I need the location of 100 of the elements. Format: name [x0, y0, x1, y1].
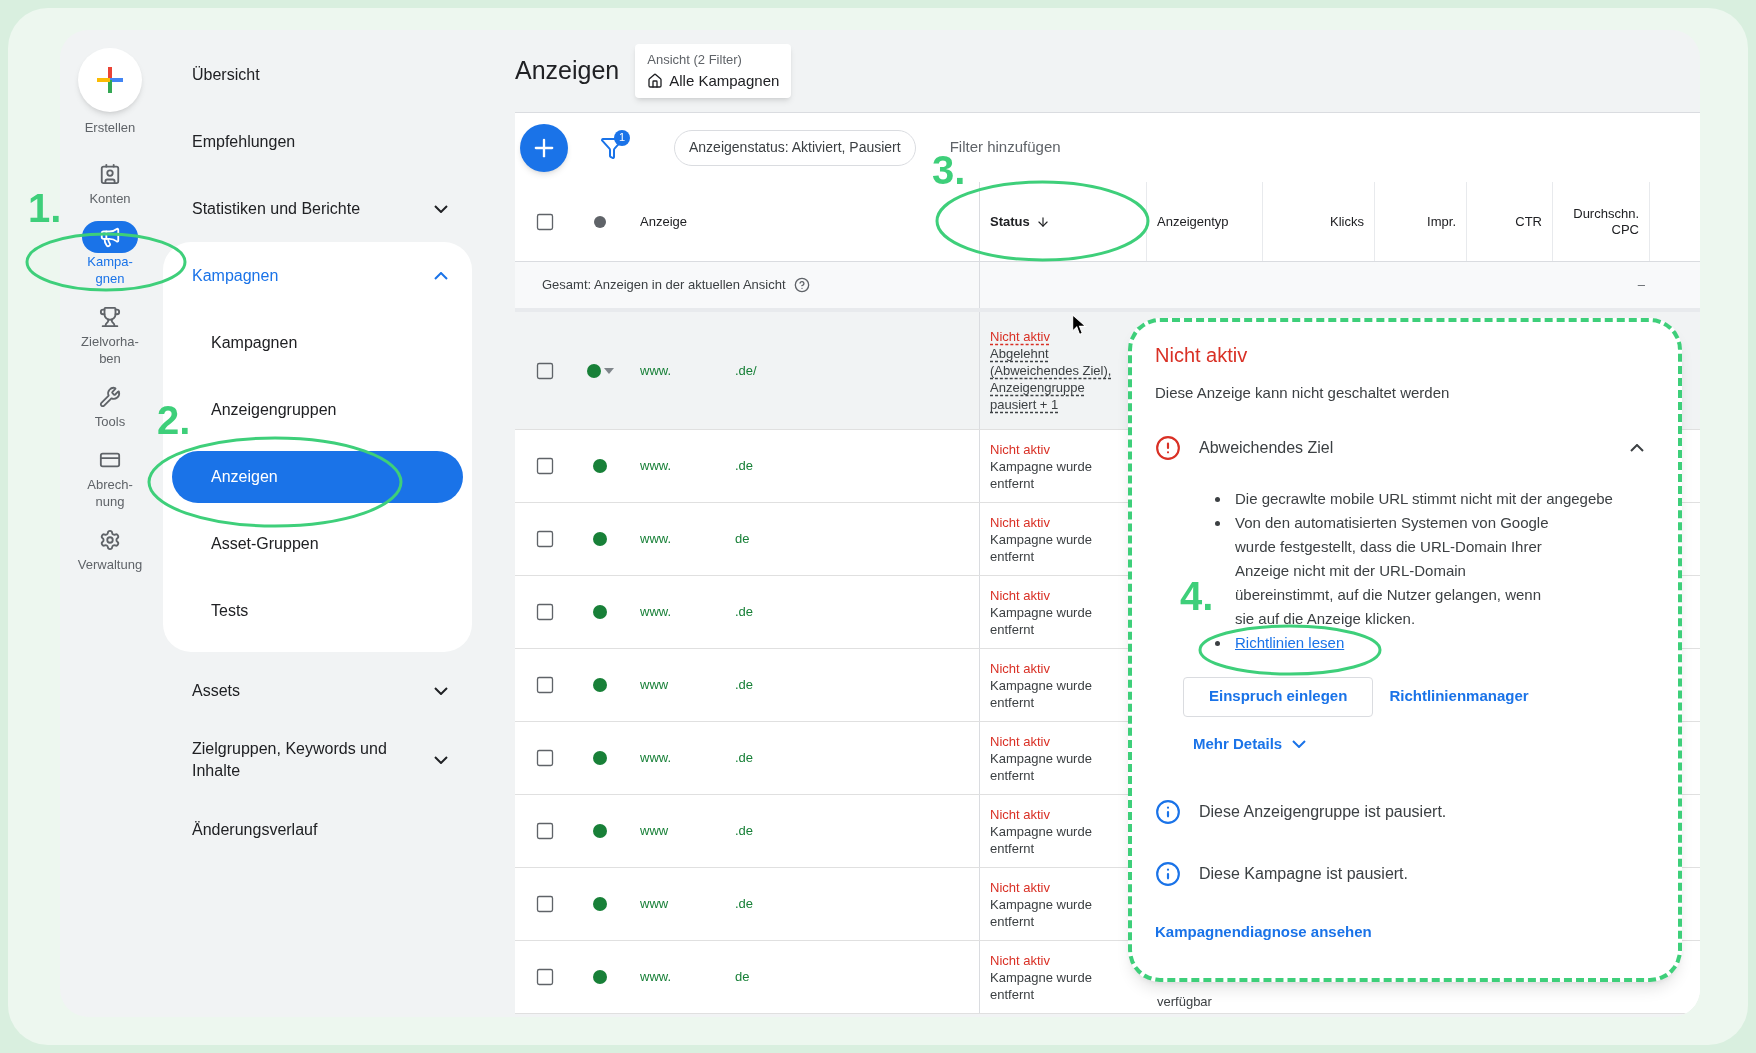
status-text: Nicht aktiv — [990, 951, 1050, 969]
diagnosis-link[interactable]: Kampagnendiagnose ansehen — [1155, 921, 1372, 944]
ad-url-text: www — [640, 822, 670, 841]
status-detail: Abgelehnt (Abweichendes Ziel), Anzeigengruppe pausiert + 1 — [990, 345, 1112, 413]
nav-subitem[interactable]: Kampagnen — [202, 316, 307, 369]
summary-cell-text: – — [1637, 276, 1645, 295]
tools-icon — [99, 385, 121, 408]
ad-url-text: .de — [735, 457, 754, 476]
row-checkbox[interactable] — [535, 675, 555, 695]
column-header[interactable]: CTR — [1477, 213, 1542, 230]
status-detail: Kampagne wurde entfernt — [990, 603, 1093, 638]
nav-item[interactable]: Empfehlungen — [163, 108, 472, 175]
ad-url-text: de — [735, 530, 750, 549]
column-header[interactable]: Impr. — [1386, 213, 1456, 230]
ad-url-text: www. — [640, 457, 673, 476]
rail-item[interactable]: Konten — [65, 153, 155, 211]
create-button[interactable] — [78, 48, 142, 112]
issue-text: Die gecrawlte mobile URL stimmt nicht mit der angegebe — [1235, 488, 1613, 509]
column-header[interactable]: Anzeigentyp — [1157, 213, 1229, 230]
status-text: Nicht aktiv — [990, 440, 1050, 458]
row-checkbox[interactable] — [535, 360, 555, 381]
ad-url-text: www. — [640, 530, 673, 549]
status-text: Nicht aktiv — [990, 805, 1050, 823]
help-icon — [793, 277, 810, 293]
status-text: Nicht aktiv — [990, 328, 1050, 345]
issue-title: Abweichendes Ziel — [1199, 437, 1335, 458]
view-selector[interactable]: Ansicht (2 Filter) Alle Kampagnen — [635, 44, 792, 98]
row-checkbox[interactable] — [535, 456, 555, 476]
row-checkbox[interactable] — [535, 967, 555, 987]
row-checkbox[interactable] — [535, 821, 555, 841]
add-button[interactable] — [520, 123, 568, 172]
ad-url-text: www. — [640, 749, 673, 768]
dropdown-caret-icon — [603, 367, 614, 374]
row-checkbox[interactable] — [535, 894, 555, 914]
annotation-number: 2. — [157, 400, 191, 440]
info-icon — [1155, 861, 1181, 887]
create-label: Erstellen — [84, 119, 136, 137]
row-checkbox[interactable] — [535, 529, 555, 549]
policy-manager-link[interactable]: Richtlinienmanager — [1389, 685, 1529, 708]
bullet-icon — [1215, 520, 1220, 526]
annotation-number: 4. — [1180, 576, 1214, 616]
home-icon — [647, 72, 664, 89]
summary-label: Gesamt: Anzeigen in der aktuellen Ansicht — [542, 276, 786, 295]
nav-subitem[interactable]: Anzeigen — [172, 450, 463, 503]
chevron-down-icon — [1292, 739, 1307, 748]
settings-icon — [99, 528, 121, 551]
nav-item[interactable]: Assets — [163, 657, 472, 724]
rail-item[interactable]: Kampa- gnen — [65, 216, 155, 291]
filter-button[interactable]: 1 — [594, 129, 630, 166]
row-checkbox[interactable] — [535, 748, 555, 768]
rail-item[interactable]: Abrech- nung — [65, 439, 155, 514]
info-icon — [1155, 799, 1181, 825]
popup-title: Nicht aktiv — [1155, 343, 1249, 368]
rail-item[interactable]: Tools — [65, 376, 155, 434]
ad-url-text: .de — [735, 603, 754, 622]
nav-item[interactable]: Änderungsverlauf — [163, 796, 472, 863]
popup-subtitle: Diese Anzeige kann nicht geschaltet werden — [1155, 383, 1451, 403]
plus-icon — [95, 65, 125, 95]
ad-url-text: de — [735, 968, 750, 987]
bullet-icon — [1215, 640, 1220, 646]
ad-url-text: .de — [735, 749, 754, 768]
ad-url-text: .de — [735, 676, 754, 695]
error-icon — [1155, 434, 1181, 461]
chevron-up-icon[interactable] — [1630, 443, 1644, 452]
status-text: Nicht aktiv — [990, 659, 1050, 677]
nav-item[interactable]: Statistiken und Berichte — [163, 175, 472, 242]
contact-card-icon — [99, 162, 121, 185]
note-text: Diese Kampagne ist pausiert. — [1199, 864, 1408, 884]
ad-url-text: www — [640, 895, 670, 914]
row-checkbox[interactable] — [535, 602, 555, 622]
status-detail: Kampagne wurde entfernt — [990, 749, 1093, 784]
nav-item[interactable]: Übersicht — [163, 41, 472, 108]
column-header[interactable]: Klicks — [1294, 213, 1364, 230]
status-detail: Kampagne wurde entfernt — [990, 822, 1093, 857]
ad-url-text: www — [640, 676, 670, 695]
appeal-button[interactable]: Einspruch einlegen — [1183, 676, 1374, 717]
status-detail: Kampagne wurde entfernt — [990, 457, 1093, 492]
nav-item[interactable]: Zielgruppen, Keywords und Inhalte — [163, 724, 472, 796]
issue-text: Von den automatisierten Systemen von Google wurde festgestellt, dass die URL-Domain Ihrer Anzeige nicht mit der URL-Domain übereinstimmt, auf die Nutzer gelangen, wenn sie auf die Anzeige klicken. — [1235, 512, 1550, 629]
status-text: Nicht aktiv — [990, 513, 1050, 531]
rail-item[interactable]: Zielvorha- ben — [65, 296, 155, 371]
ad-url-text: .de — [735, 822, 754, 841]
column-header[interactable]: Anzeige — [640, 211, 687, 232]
mouse-cursor-icon — [1072, 314, 1087, 336]
nav-subitem[interactable]: Asset-Gruppen — [202, 517, 328, 570]
nav-subitem[interactable]: Anzeigengruppen — [202, 383, 346, 436]
nav-item[interactable]: Kampagnen — [163, 242, 472, 309]
column-header[interactable]: Durchschn. CPC — [1569, 205, 1639, 238]
more-details-button[interactable]: Mehr Details — [1193, 732, 1307, 755]
nav-subitem[interactable]: Tests — [202, 584, 258, 637]
ad-url-text: www. — [640, 603, 673, 622]
trophy-icon — [99, 305, 121, 328]
ad-type-text: verfügbar — [1157, 992, 1212, 1011]
select-all-checkbox[interactable] — [535, 211, 555, 232]
note-text: Diese Anzeigengruppe ist pausiert. — [1199, 802, 1447, 822]
rail-item[interactable]: Verwaltung — [65, 519, 155, 577]
ad-url-text: www. — [640, 361, 673, 380]
column-header[interactable]: Status — [990, 213, 1050, 230]
status-text: Nicht aktiv — [990, 878, 1050, 896]
ad-url-text: .de — [735, 895, 754, 914]
